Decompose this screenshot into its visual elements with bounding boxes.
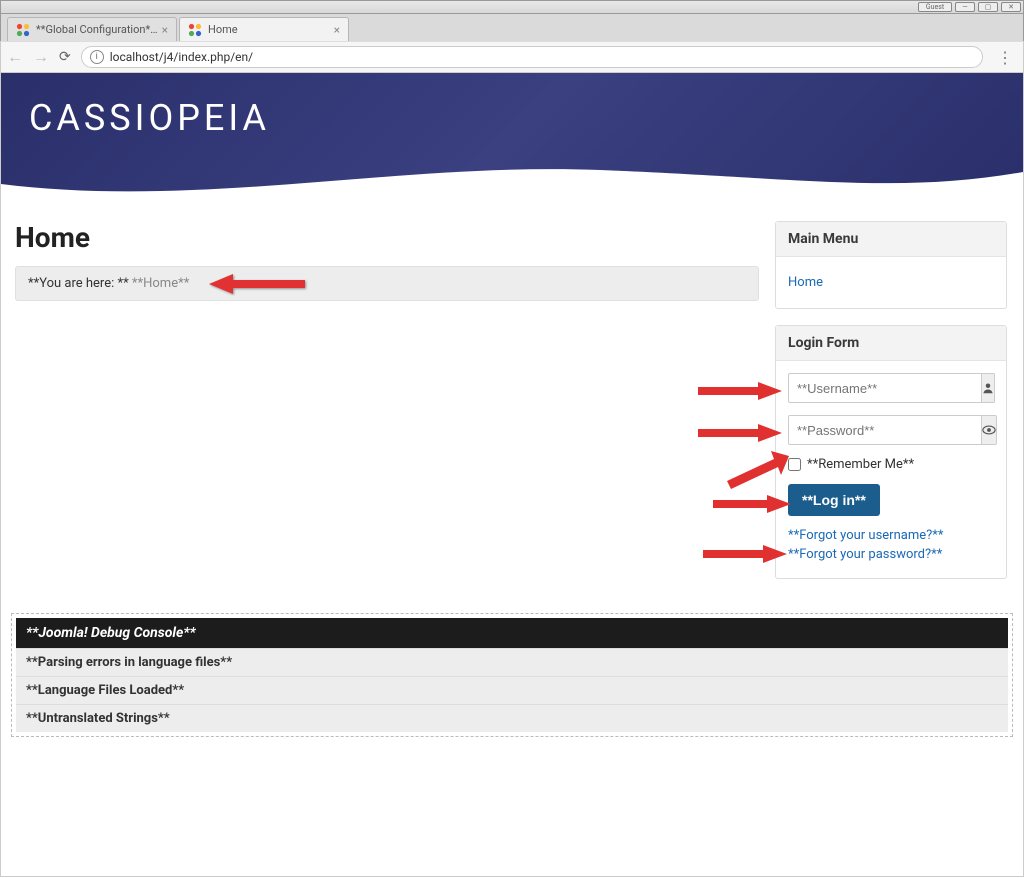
guest-badge: Guest xyxy=(918,2,952,12)
forward-button[interactable]: → xyxy=(33,47,49,67)
menu-link-home[interactable]: Home xyxy=(788,269,994,296)
user-icon xyxy=(981,373,995,403)
site-brand: CASSIOPEIA xyxy=(29,97,270,139)
main-menu-card: Main Menu Home xyxy=(775,221,1007,309)
close-icon[interactable]: × xyxy=(162,23,168,37)
password-row xyxy=(788,415,994,445)
site-header: CASSIOPEIA xyxy=(1,73,1023,203)
main-column: Home **You are here: ** **Home** xyxy=(15,221,759,595)
breadcrumb-label: **You are here: ** xyxy=(28,276,129,291)
tab-title: **Global Configuration** - xyxy=(36,23,158,36)
main-menu-heading: Main Menu xyxy=(776,222,1006,257)
debug-console-title: **Joomla! Debug Console** xyxy=(16,618,1008,648)
eye-icon[interactable] xyxy=(981,415,997,445)
debug-row[interactable]: **Parsing errors in language files** xyxy=(16,648,1008,676)
forgot-username-link[interactable]: **Forgot your username?** xyxy=(788,528,994,543)
browser-tab-active[interactable]: Home × xyxy=(179,17,349,41)
browser-toolbar: ← → ⟳ i localhost/j4/index.php/en/ ⋮ xyxy=(0,41,1024,73)
login-form-heading: Login Form xyxy=(776,326,1006,361)
breadcrumb-current: **Home** xyxy=(132,276,189,291)
debug-row[interactable]: **Untranslated Strings** xyxy=(16,704,1008,732)
url-text: localhost/j4/index.php/en/ xyxy=(110,50,253,64)
username-row xyxy=(788,373,994,403)
page-title: Home xyxy=(15,221,759,254)
breadcrumb: **You are here: ** **Home** xyxy=(15,266,759,301)
debug-console: **Joomla! Debug Console** **Parsing erro… xyxy=(11,613,1013,737)
window-minimize-button[interactable]: — xyxy=(955,2,975,12)
window-maximize-button[interactable]: ▢ xyxy=(978,2,998,12)
joomla-icon xyxy=(188,23,202,37)
info-icon[interactable]: i xyxy=(90,50,104,64)
remember-me-label: **Remember Me** xyxy=(807,457,914,472)
browser-tab-strip: **Global Configuration** - × Home × xyxy=(0,14,1024,41)
joomla-icon xyxy=(16,23,30,37)
username-input[interactable] xyxy=(788,373,981,403)
os-titlebar: Guest — ▢ ✕ xyxy=(0,0,1024,14)
browser-tab[interactable]: **Global Configuration** - × xyxy=(7,17,177,41)
remember-me-row[interactable]: **Remember Me** xyxy=(788,457,994,472)
window-close-button[interactable]: ✕ xyxy=(1001,2,1021,12)
password-input[interactable] xyxy=(788,415,981,445)
login-button[interactable]: **Log in** xyxy=(788,484,880,516)
back-button[interactable]: ← xyxy=(7,47,23,67)
close-icon[interactable]: × xyxy=(334,23,340,37)
tab-title: Home xyxy=(208,23,330,36)
forgot-password-link[interactable]: **Forgot your password?** xyxy=(788,547,994,562)
content-area: Home **You are here: ** **Home** Main Me… xyxy=(1,203,1023,605)
login-form-card: Login Form xyxy=(775,325,1007,579)
page-viewport: CASSIOPEIA Home **You are here: ** **Hom… xyxy=(0,73,1024,877)
debug-row[interactable]: **Language Files Loaded** xyxy=(16,676,1008,704)
browser-menu-button[interactable]: ⋮ xyxy=(993,48,1017,67)
sidebar-column: Main Menu Home Login Form xyxy=(775,221,1007,595)
remember-me-checkbox[interactable] xyxy=(788,458,801,471)
address-bar[interactable]: i localhost/j4/index.php/en/ xyxy=(81,46,983,68)
reload-button[interactable]: ⟳ xyxy=(59,49,71,65)
wave-decoration xyxy=(1,154,1023,203)
